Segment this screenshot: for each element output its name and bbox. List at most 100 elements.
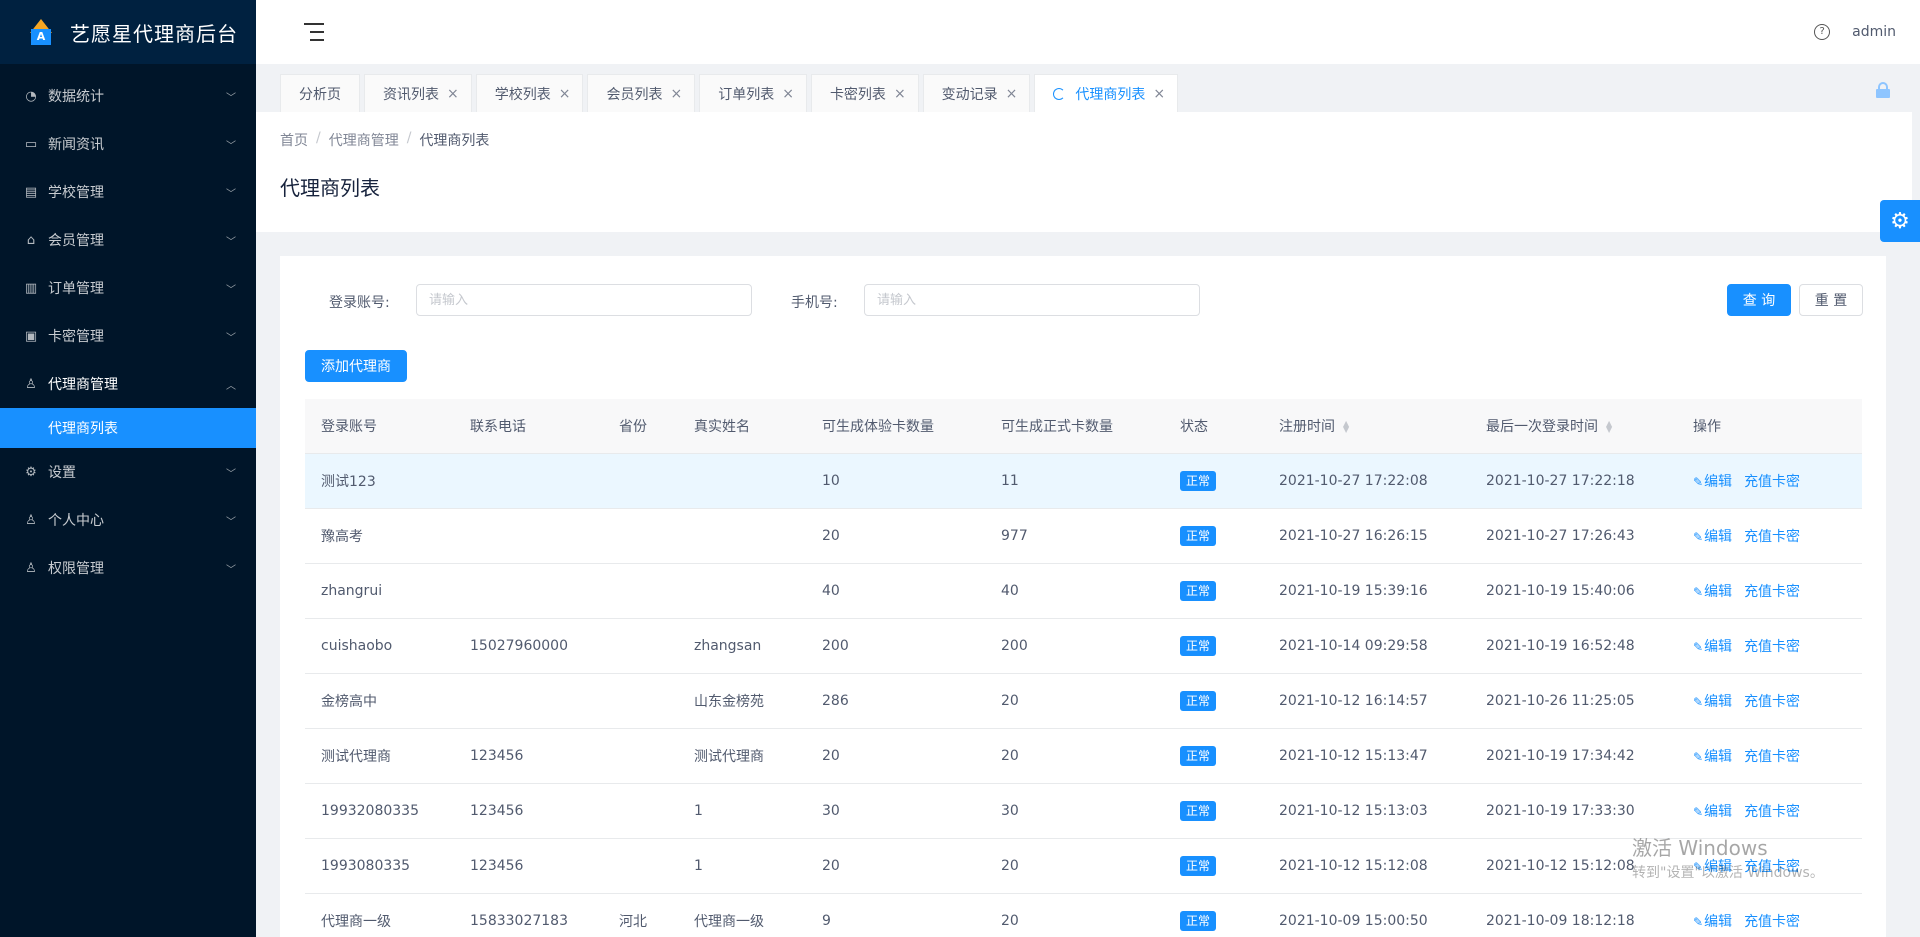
- account-label: 登录账号:: [329, 295, 390, 311]
- tab-4[interactable]: 订单列表 ×: [699, 74, 807, 112]
- chevron-down-icon: ﹀: [226, 332, 236, 344]
- edit-icon: ✎: [1693, 474, 1704, 489]
- sidebar-item-school[interactable]: ▤ 学校管理 ﹀: [0, 168, 256, 216]
- tab-3[interactable]: 会员列表 ×: [587, 74, 696, 112]
- close-icon[interactable]: ×: [559, 86, 571, 102]
- recharge-button[interactable]: 充值卡密: [1744, 474, 1800, 490]
- sidebar-item-settings[interactable]: ⚙ 设置 ﹀: [0, 448, 256, 496]
- sidebar-item-news[interactable]: ▭ 新闻资讯 ﹀: [0, 120, 256, 168]
- cell-name: 山东金榜苑: [678, 673, 806, 729]
- edit-icon: ✎: [1693, 749, 1704, 764]
- cell-name: 1: [678, 783, 806, 839]
- edit-button[interactable]: ✎编辑: [1693, 474, 1732, 490]
- col-last-login[interactable]: 最后一次登录时间 ▲ ▼: [1470, 399, 1677, 454]
- close-icon[interactable]: ×: [447, 86, 459, 102]
- recharge-button[interactable]: 充值卡密: [1744, 749, 1800, 765]
- user-name[interactable]: admin: [1852, 24, 1896, 40]
- order-icon: ▥: [24, 280, 38, 296]
- cell-actions: ✎编辑 充值卡密: [1677, 563, 1862, 619]
- edit-button[interactable]: ✎编辑: [1693, 804, 1732, 820]
- close-icon[interactable]: ×: [670, 86, 682, 102]
- tab-7[interactable]: 代理商列表 ×: [1034, 74, 1179, 112]
- sidebar-item-label: 会员管理: [48, 233, 104, 249]
- sidebar-subitem-agent-list[interactable]: 代理商列表: [0, 408, 256, 448]
- add-agent-button[interactable]: 添加代理商: [305, 350, 407, 382]
- cell-register-time: 2021-10-12 15:13:47: [1263, 728, 1470, 784]
- help-icon[interactable]: ?: [1814, 24, 1831, 40]
- close-icon[interactable]: ×: [782, 86, 794, 102]
- cell-register-time: 2021-10-27 17:22:08: [1263, 453, 1470, 509]
- status-badge: 正常: [1180, 800, 1217, 821]
- cell-name: [678, 563, 806, 619]
- permission-icon: ♙: [25, 560, 37, 576]
- settings-gear-icon[interactable]: ⚙: [1880, 200, 1920, 242]
- breadcrumb-home[interactable]: 首页: [280, 130, 308, 150]
- tab-1[interactable]: 资讯列表 ×: [364, 74, 472, 112]
- col-formal-cards: 可生成正式卡数量: [985, 399, 1164, 454]
- search-form: 登录账号: 手机号: 查 询 重 置: [280, 284, 1886, 318]
- sidebar-item-card[interactable]: ▣ 卡密管理 ﹀: [0, 312, 256, 360]
- breadcrumb-agent-management[interactable]: 代理商管理: [329, 130, 399, 150]
- close-icon[interactable]: ×: [1006, 86, 1018, 102]
- edit-icon: ✎: [1693, 694, 1704, 709]
- edit-button[interactable]: ✎编辑: [1693, 584, 1732, 600]
- tab-6[interactable]: 变动记录 ×: [922, 74, 1031, 112]
- refresh-icon[interactable]: [1053, 87, 1066, 100]
- recharge-button[interactable]: 充值卡密: [1744, 529, 1800, 545]
- cell-trial: 9: [806, 893, 985, 937]
- col-register-time[interactable]: 注册时间 ▲ ▼: [1263, 399, 1470, 454]
- sidebar-item-label: 新闻资讯: [48, 137, 104, 153]
- recharge-button[interactable]: 充值卡密: [1744, 639, 1800, 655]
- recharge-button[interactable]: 充值卡密: [1744, 694, 1800, 710]
- edit-button[interactable]: ✎编辑: [1693, 914, 1732, 930]
- edit-button[interactable]: ✎编辑: [1693, 749, 1732, 765]
- status-badge: 正常: [1180, 470, 1217, 491]
- sidebar-item-permission[interactable]: ♙ 权限管理 ﹀: [0, 544, 256, 592]
- sidebar-item-member[interactable]: ⌂ 会员管理 ﹀: [0, 216, 256, 264]
- reset-button[interactable]: 重 置: [1799, 284, 1863, 316]
- table-row: cuishaobo 15027960000 zhangsan 200 200 正常 2021…: [305, 618, 1862, 674]
- sidebar-item-order[interactable]: ▥ 订单管理 ﹀: [0, 264, 256, 312]
- phone-input[interactable]: [864, 284, 1200, 316]
- close-icon[interactable]: ×: [1153, 86, 1165, 102]
- cell-name: 测试代理商: [678, 728, 806, 784]
- query-button[interactable]: 查 询: [1727, 284, 1791, 316]
- cell-province: [603, 563, 678, 619]
- recharge-button[interactable]: 充值卡密: [1744, 914, 1800, 930]
- cell-name: 1: [678, 838, 806, 894]
- table-row: 金榜高中 山东金榜苑 286 20 正常 2021-10-12 16:14:57 2021-…: [305, 673, 1862, 729]
- account-input[interactable]: [416, 284, 752, 316]
- sidebar-item-dashboard[interactable]: ◔ 数据统计 ﹀: [0, 72, 256, 120]
- cell-province: [603, 618, 678, 674]
- tab-5[interactable]: 卡密列表 ×: [810, 74, 919, 112]
- sort-icon[interactable]: ▲ ▼: [1606, 419, 1612, 433]
- chevron-down-icon: ﹀: [226, 516, 236, 528]
- sidebar-item-agent[interactable]: ♙ 代理商管理 ︿: [0, 360, 256, 408]
- chevron-down-icon: ﹀: [226, 284, 236, 296]
- cell-last-login: 2021-10-26 11:25:05: [1470, 673, 1677, 729]
- logo-icon: A: [28, 19, 54, 45]
- edit-button[interactable]: ✎编辑: [1693, 694, 1732, 710]
- cell-register-time: 2021-10-27 16:26:15: [1263, 508, 1470, 564]
- close-icon[interactable]: ×: [894, 86, 906, 102]
- menu-fold-icon[interactable]: [304, 23, 324, 41]
- lock-icon[interactable]: [1876, 82, 1890, 98]
- cell-phone: 15833027183: [454, 893, 603, 937]
- cell-name: 代理商一级: [678, 893, 806, 937]
- sidebar-item-label: 数据统计: [48, 89, 104, 105]
- edit-button[interactable]: ✎编辑: [1693, 639, 1732, 655]
- user-icon: ♙: [25, 512, 37, 528]
- recharge-button[interactable]: 充值卡密: [1744, 804, 1800, 820]
- recharge-button[interactable]: 充值卡密: [1744, 584, 1800, 600]
- tab-2[interactable]: 学校列表 ×: [475, 74, 584, 112]
- sidebar-item-user[interactable]: ♙ 个人中心 ﹀: [0, 496, 256, 544]
- sort-icon[interactable]: ▲ ▼: [1343, 419, 1349, 433]
- cell-province: [603, 728, 678, 784]
- chevron-down-icon: ﹀: [226, 564, 236, 576]
- edit-button[interactable]: ✎编辑: [1693, 529, 1732, 545]
- sidebar-item-label: 代理商管理: [48, 377, 118, 393]
- col-trial-cards: 可生成体验卡数量: [806, 399, 985, 454]
- chevron-down-icon: ﹀: [226, 140, 236, 152]
- logo[interactable]: A 艺愿星代理商后台: [0, 0, 256, 64]
- tab-0[interactable]: 分析页: [280, 74, 360, 112]
